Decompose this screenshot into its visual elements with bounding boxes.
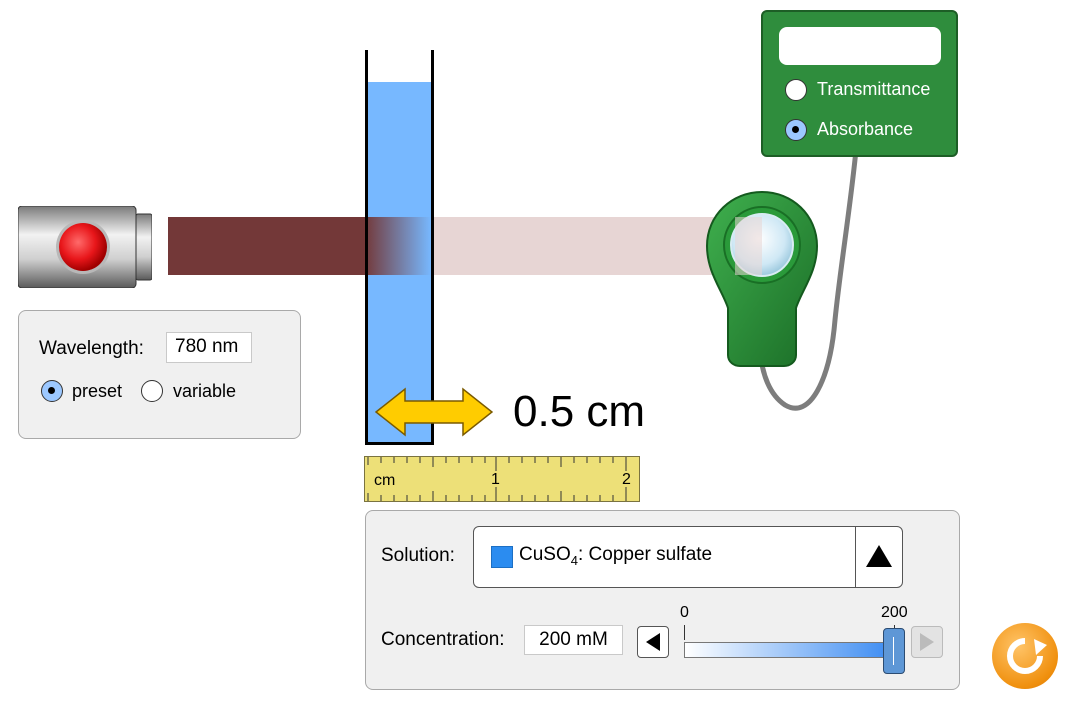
ruler[interactable]: cm 1 2: [364, 456, 640, 502]
cuvette-right-wall: [431, 50, 434, 445]
slider-max-label: 200: [881, 604, 908, 621]
concentration-decrement-button[interactable]: [637, 626, 669, 658]
cuvette-width-drag-handle[interactable]: [374, 387, 494, 437]
concentration-label: Concentration:: [381, 629, 505, 650]
triangle-left-icon: [646, 633, 660, 651]
concentration-value: 200 mM: [524, 625, 623, 655]
detector-meter: Transmittance Absorbance: [761, 10, 958, 157]
absorbance-radio[interactable]: [785, 119, 807, 141]
reset-icon: [1007, 638, 1047, 674]
path-length-readout: 0.5 cm: [513, 387, 646, 436]
solution-dropdown-button[interactable]: [855, 527, 903, 587]
variable-radio[interactable]: [141, 380, 163, 402]
concentration-slider-thumb[interactable]: [883, 628, 905, 674]
solution-combo-box[interactable]: CuSO4: Copper sulfate: [473, 526, 903, 588]
solution-name: CuSO4: Copper sulfate: [519, 544, 713, 568]
transmittance-label: Transmittance: [817, 79, 931, 99]
wavelength-value: 780 nm: [166, 332, 252, 363]
ruler-ticks: [367, 457, 627, 501]
double-arrow-icon: [374, 387, 494, 437]
transmittance-radio[interactable]: [785, 79, 807, 101]
ruler-unit-label: cm: [374, 472, 396, 489]
concentration-slider-track[interactable]: [684, 642, 894, 658]
cuvette-bottom: [365, 442, 434, 445]
slider-min-label: 0: [680, 604, 689, 621]
triangle-up-icon: [866, 545, 892, 567]
concentration-increment-button[interactable]: [911, 626, 943, 658]
preset-label: preset: [72, 381, 123, 401]
reset-all-button[interactable]: [992, 623, 1058, 689]
variable-label: variable: [173, 381, 237, 401]
meter-display: [779, 27, 941, 65]
light-source: [17, 205, 153, 289]
ruler-tick-label-2: 2: [622, 471, 631, 488]
beam-on-lens: [735, 217, 762, 275]
detector-probe[interactable]: [704, 190, 820, 368]
preset-radio[interactable]: [41, 380, 63, 402]
slider-min-tick: [684, 625, 685, 640]
absorbance-label: Absorbance: [817, 119, 914, 139]
solution-color-swatch: [491, 546, 513, 568]
wavelength-label: Wavelength:: [39, 338, 144, 359]
light-beam-incident: [168, 217, 368, 275]
wavelength-panel: Wavelength: 780 nm preset variable: [18, 310, 301, 439]
triangle-right-icon: [920, 633, 934, 651]
light-on-button[interactable]: [56, 220, 110, 274]
cuvette-left-wall: [365, 50, 368, 445]
ruler-tick-label-1: 1: [491, 471, 500, 488]
beam-in-cuvette: [368, 217, 431, 275]
solution-label: Solution:: [381, 545, 455, 566]
